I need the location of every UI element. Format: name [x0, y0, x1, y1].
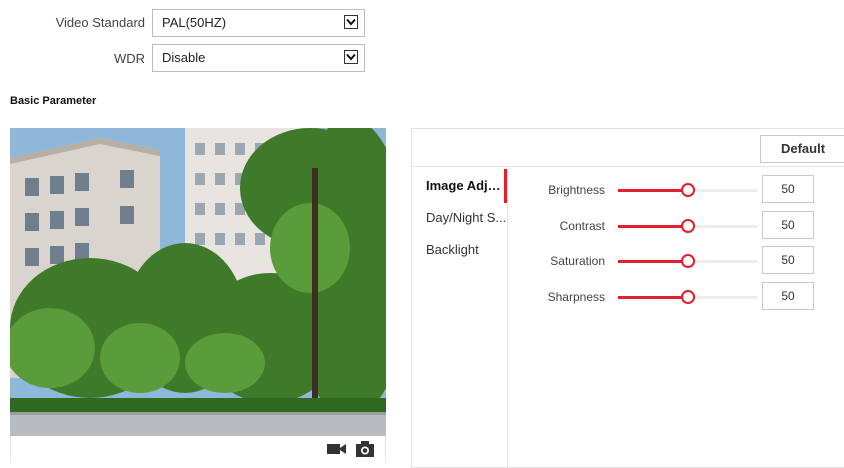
section-title: Basic Parameter: [10, 95, 97, 107]
sharpness-slider-handle[interactable]: [681, 290, 695, 304]
image-settings-panel: Default Image Adju... Day/Night S... Bac…: [411, 128, 844, 468]
video-toolbar: [10, 436, 386, 462]
saturation-slider-row: Saturation 50: [508, 246, 844, 276]
contrast-label: Contrast: [559, 219, 605, 233]
video-standard-select[interactable]: PAL(50HZ): [152, 9, 365, 37]
contrast-value-input[interactable]: 50: [762, 211, 814, 239]
panel-header: Default: [412, 129, 844, 167]
contrast-slider-row: Contrast 50: [508, 211, 844, 241]
chevron-down-icon[interactable]: [344, 15, 358, 29]
brightness-label: Brightness: [548, 183, 605, 197]
brightness-slider-row: Brightness 50: [508, 175, 844, 205]
saturation-value-input[interactable]: 50: [762, 246, 814, 274]
chevron-down-icon[interactable]: [344, 50, 358, 64]
wdr-label: WDR: [113, 51, 145, 66]
menu-item-image-adjustment[interactable]: Image Adju...: [412, 169, 507, 203]
settings-menu: Image Adju... Day/Night S... Backlight: [412, 167, 508, 467]
menu-item-day-night[interactable]: Day/Night S...: [412, 201, 507, 235]
sharpness-value-input[interactable]: 50: [762, 282, 814, 310]
wdr-select[interactable]: Disable: [152, 44, 365, 72]
brightness-slider-handle[interactable]: [681, 183, 695, 197]
saturation-slider-handle[interactable]: [681, 254, 695, 268]
sharpness-slider-row: Sharpness 50: [508, 282, 844, 312]
brightness-value-input[interactable]: 50: [762, 175, 814, 203]
video-standard-label: Video Standard: [55, 15, 145, 30]
wdr-value: Disable: [162, 50, 206, 65]
saturation-label: Saturation: [550, 254, 605, 268]
camera-icon[interactable]: [356, 441, 374, 462]
video-standard-value: PAL(50HZ): [162, 15, 227, 30]
default-button[interactable]: Default: [760, 135, 844, 163]
contrast-slider-handle[interactable]: [681, 219, 695, 233]
menu-item-backlight[interactable]: Backlight: [412, 233, 507, 267]
sharpness-label: Sharpness: [547, 290, 605, 304]
live-video-preview: [10, 128, 386, 436]
video-camera-icon[interactable]: [327, 442, 347, 461]
